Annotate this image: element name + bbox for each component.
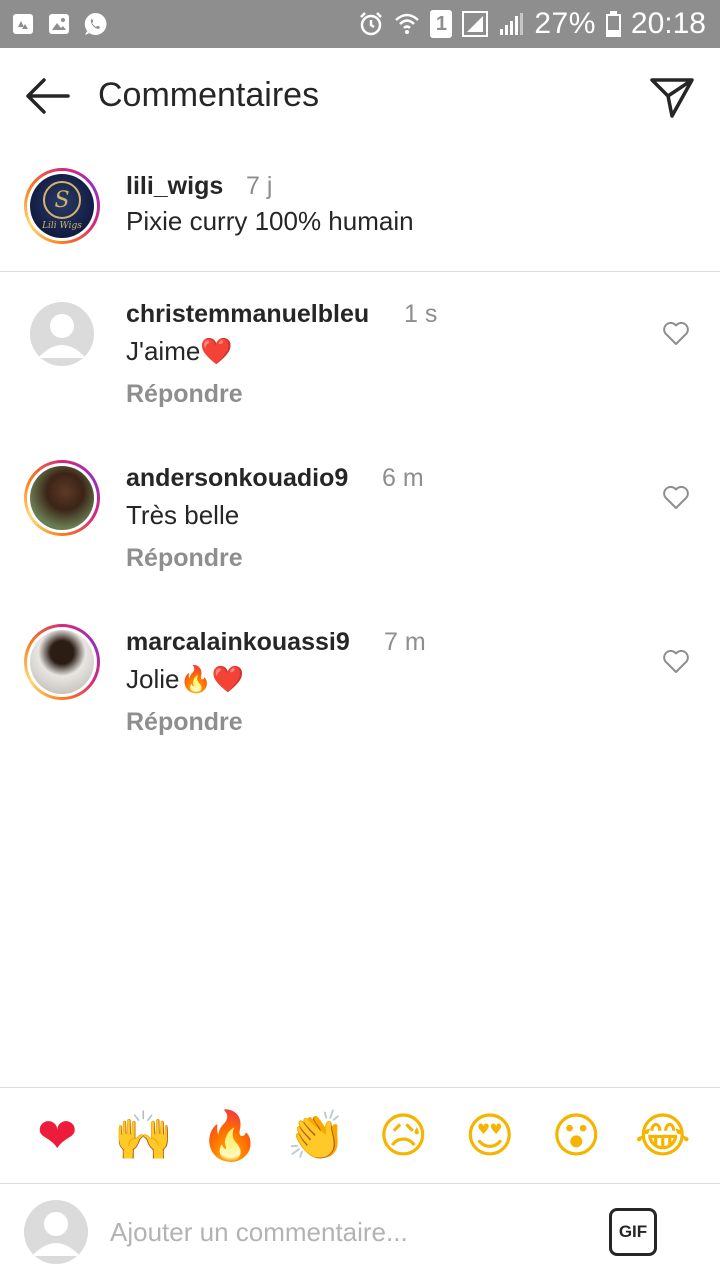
avatar-ring-inner: S Lili Wigs [27, 171, 97, 241]
battery-percent: 27% [534, 7, 596, 40]
comment-item: marcalainkouassi9 7 m Jolie🔥❤️ Répondre [0, 600, 720, 764]
logo-letter: S [54, 187, 70, 213]
heart-outline-icon [663, 321, 689, 345]
comment-username[interactable]: christemmanuelbleu [126, 300, 369, 329]
paper-plane-icon [650, 78, 694, 118]
clapping-hands-emoji-button[interactable]: 👏 [284, 1103, 350, 1169]
caption-time: 7 j [246, 172, 273, 200]
battery-body [605, 14, 621, 37]
arrow-left-icon [26, 78, 70, 114]
reply-button[interactable]: Répondre [126, 544, 243, 573]
logo-emblem: S [43, 181, 81, 219]
battery-fill [607, 29, 619, 35]
page-title: Commentaires [98, 76, 320, 114]
avatar[interactable] [24, 460, 100, 536]
caption-avatar[interactable]: S Lili Wigs [24, 168, 100, 244]
reply-button[interactable]: Répondre [126, 380, 243, 409]
like-button[interactable] [662, 648, 690, 674]
avatar[interactable] [24, 624, 100, 700]
like-button[interactable] [662, 320, 690, 346]
current-user-avatar [24, 1200, 88, 1264]
post-caption: S Lili Wigs lili_wigs 7 j Pixie curry 10… [0, 144, 720, 272]
status-bar-right: 1 27% 20:18 [358, 7, 706, 41]
comment-text: Très belle [126, 500, 240, 530]
lili-wigs-logo: S Lili Wigs [30, 174, 94, 238]
default-avatar-icon [38, 314, 86, 358]
avatar-photo [30, 630, 94, 694]
signal-icon [500, 13, 524, 35]
sad-face-emoji-button[interactable]: 😥 [370, 1103, 436, 1169]
whatsapp-icon [84, 12, 107, 35]
alarm-icon [360, 12, 383, 36]
logo-wordmark: Lili Wigs [42, 221, 82, 231]
battery-icon [605, 11, 621, 37]
laughing-tears-emoji-button[interactable]: 😂 [630, 1103, 696, 1169]
header-bar: Commentaires [0, 48, 720, 144]
signal-icon [462, 11, 489, 37]
emoji-reaction-bar: ❤ 🙌 🔥 👏 😥 😍 😮 😂 [0, 1087, 720, 1184]
status-bar: 1 27% 20:18 [0, 0, 720, 48]
comment-username[interactable]: marcalainkouassi9 [126, 628, 350, 657]
comment-text: J'aime❤️ [126, 336, 233, 366]
comment-time: 6 m [382, 464, 424, 492]
wifi-icon [395, 13, 420, 34]
image-icon [49, 14, 69, 34]
heart-emoji-button[interactable]: ❤ [24, 1103, 90, 1169]
like-button[interactable] [662, 484, 690, 510]
status-bar-left [10, 11, 108, 37]
recycle-icon [13, 14, 33, 34]
sim-icon: 1 [430, 10, 453, 38]
heart-outline-icon [663, 485, 689, 509]
avatar-ring-inner [27, 463, 97, 533]
avatar[interactable] [30, 302, 94, 366]
heart-outline-icon [663, 649, 689, 673]
caption-text: Pixie curry 100% humain [126, 206, 414, 236]
avatar-ring-inner [27, 627, 97, 697]
heart-eyes-emoji-button[interactable]: 😍 [457, 1103, 523, 1169]
comment-item: andersonkouadio9 6 m Très belle Répondre [0, 436, 720, 600]
raised-hands-emoji-button[interactable]: 🙌 [111, 1103, 177, 1169]
default-avatar-icon [32, 1212, 80, 1256]
comment-time: 1 s [404, 300, 438, 328]
back-button[interactable] [22, 74, 74, 118]
avatar-photo [30, 466, 94, 530]
gif-button[interactable]: GIF [609, 1208, 657, 1256]
comment-composer: GIF [0, 1184, 720, 1280]
fire-emoji-button[interactable]: 🔥 [197, 1103, 263, 1169]
comment-username[interactable]: andersonkouadio9 [126, 464, 348, 493]
comment-input[interactable] [110, 1206, 580, 1258]
comment-item: christemmanuelbleu 1 s J'aime❤️ Répondre [0, 272, 720, 436]
caption-username[interactable]: lili_wigs [126, 172, 223, 201]
comments-screen: 1 27% 20:18 Commentaires S Lili Wigs lil… [0, 0, 720, 1280]
clock: 20:18 [630, 7, 706, 40]
comment-time: 7 m [384, 628, 426, 656]
surprised-face-emoji-button[interactable]: 😮 [543, 1103, 609, 1169]
reply-button[interactable]: Répondre [126, 708, 243, 737]
comment-text: Jolie🔥❤️ [126, 664, 245, 694]
share-button[interactable] [648, 72, 696, 120]
